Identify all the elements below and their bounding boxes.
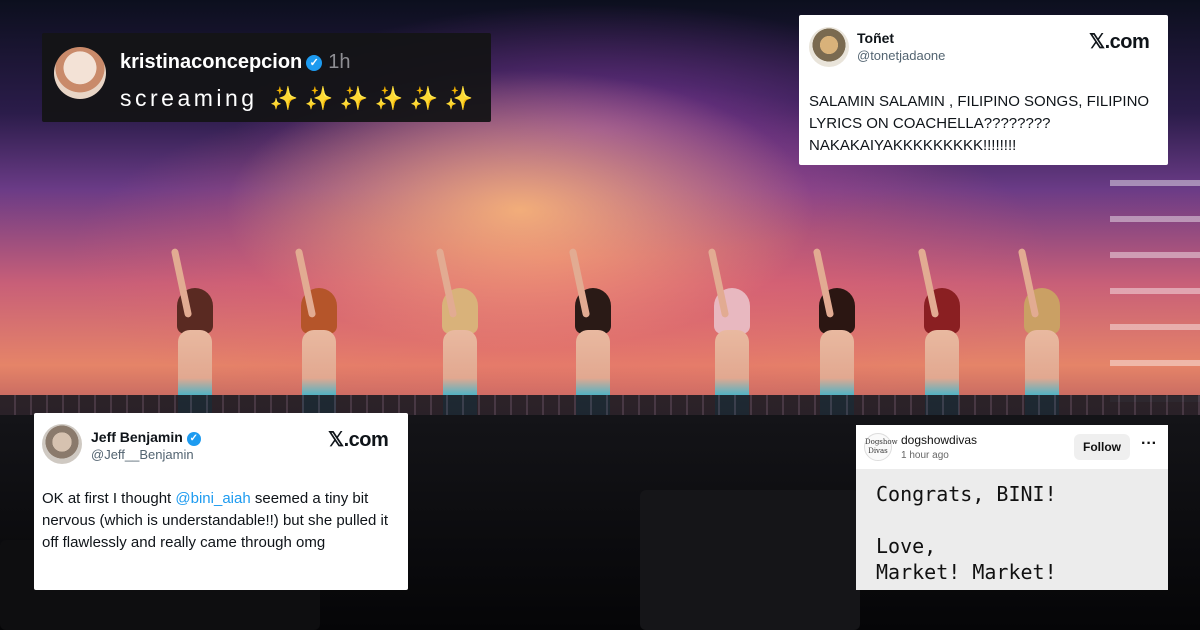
stage-monitor [640, 490, 860, 630]
avatar[interactable] [54, 47, 106, 99]
verified-check-icon: ✓ [306, 55, 323, 71]
avatar[interactable] [42, 424, 82, 464]
tweet-header: kristinaconcepcion ✓ 1h [120, 51, 351, 74]
tweet-body: OK at first I thought @bini_aiah seemed … [42, 488, 392, 554]
tweet-word: screaming [120, 85, 258, 111]
mention-link[interactable]: @bini_aiah [175, 490, 250, 507]
display-name[interactable]: Toñet [857, 30, 894, 46]
timestamp: 1h [328, 51, 351, 73]
handle[interactable]: @Jeff__Benjamin [91, 447, 194, 462]
stage-truss-lights [1110, 150, 1200, 410]
sparkles-emoji: ✨ ✨ ✨ ✨ ✨ ✨ [269, 85, 474, 111]
tweet-header: Jeff Benjamin ✓ [91, 429, 201, 446]
post-message: Congrats, BINI! Love, Market! Market! [876, 482, 1057, 584]
more-options-icon[interactable]: ··· [1141, 435, 1157, 453]
post-header: Dogshow Divas dogshowdivas 1 hour ago Fo… [856, 425, 1168, 469]
timestamp: 1 hour ago [901, 450, 949, 461]
handle[interactable]: @tonetjadaone [857, 48, 945, 63]
instagram-post-card: Dogshow Divas dogshowdivas 1 hour ago Fo… [856, 425, 1168, 590]
tweet-card-jeff: Jeff Benjamin ✓ @Jeff__Benjamin 𝕏.com OK … [34, 413, 408, 590]
tweet-card-tonet: Toñet @tonetjadaone 𝕏.com SALAMIN SALAMI… [799, 15, 1168, 165]
follow-button[interactable]: Follow [1074, 434, 1130, 460]
x-logo-icon: 𝕏.com [1089, 31, 1150, 53]
tweet-body: SALAMIN SALAMIN , FILIPINO SONGS, FILIPI… [809, 93, 1150, 154]
avatar[interactable]: Dogshow Divas [864, 433, 898, 461]
verified-check-icon: ✓ [186, 432, 201, 446]
display-name[interactable]: Jeff Benjamin [91, 429, 183, 445]
stage-edge-lights [0, 395, 1200, 415]
tweet-text: OK at first I thought [42, 490, 176, 507]
avatar[interactable] [809, 27, 849, 67]
tweet-text: screaming ✨ ✨ ✨ ✨ ✨ ✨ [120, 85, 473, 112]
tweet-card-kristina: kristinaconcepcion ✓ 1h screaming ✨ ✨ ✨ ✨ … [42, 33, 491, 122]
concert-photo: kristinaconcepcion ✓ 1h screaming ✨ ✨ ✨ ✨ … [0, 0, 1200, 630]
x-logo-icon: 𝕏.com [328, 429, 389, 451]
username[interactable]: dogshowdivas [901, 433, 977, 447]
username[interactable]: kristinaconcepcion [120, 51, 302, 73]
